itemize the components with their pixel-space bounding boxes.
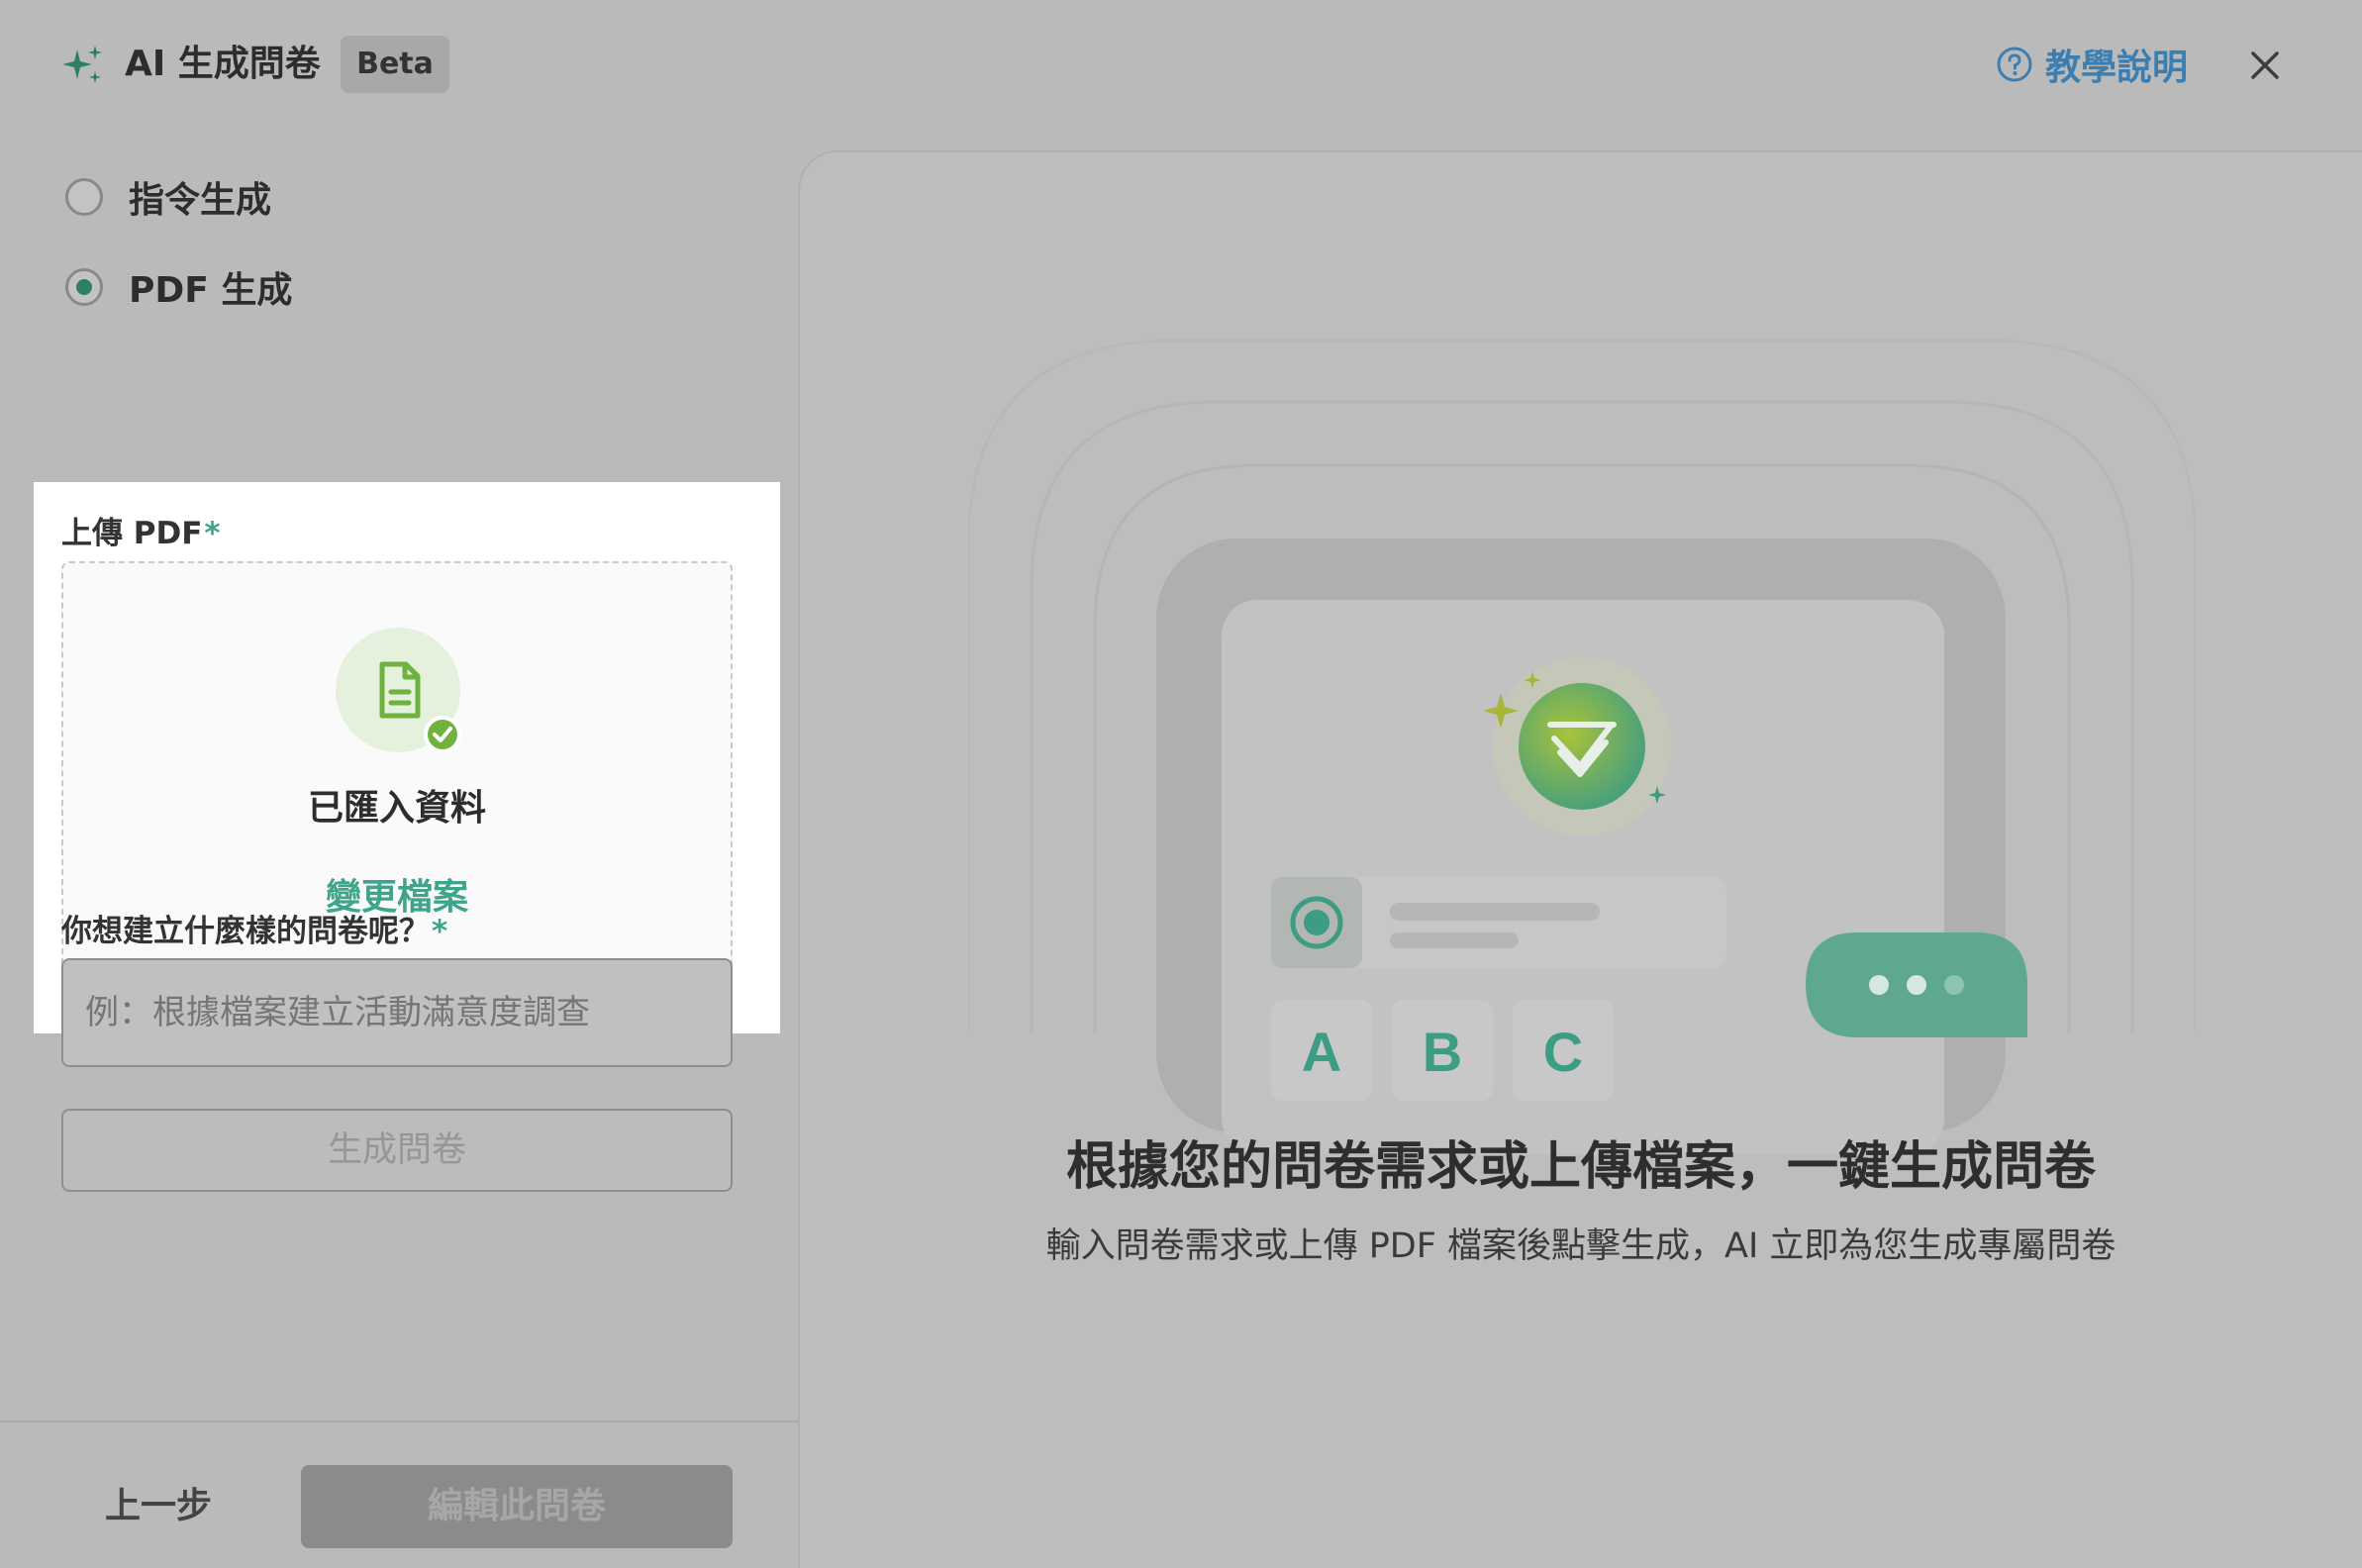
- form-panel: 指令生成 PDF 生成 上傳 PDF* 已匯入資料 變更檔案 你想建立什麼樣的問…: [0, 129, 798, 1548]
- mode-option-label: PDF 生成: [129, 270, 293, 311]
- option-letter: C: [1543, 1021, 1583, 1083]
- ai-orb-icon: [1519, 683, 1645, 810]
- radio-button-selected[interactable]: [65, 268, 103, 306]
- check-circle-icon: [424, 716, 461, 753]
- mode-option-prompt[interactable]: 指令生成: [65, 171, 271, 223]
- upload-pdf-section: 上傳 PDF* 已匯入資料 變更檔案: [34, 482, 780, 1033]
- sparkle-icon: [62, 46, 102, 83]
- typing-dot: [1869, 975, 1889, 995]
- radio-icon-dot: [1304, 910, 1329, 935]
- mode-option-label: 指令生成: [129, 180, 272, 221]
- hero-subtitle: 輸入問卷需求或上傳 PDF 檔案後點擊生成，AI 立即為您生成專屬問卷: [1045, 1226, 2116, 1266]
- help-link[interactable]: 教學說明: [1996, 40, 2188, 89]
- placeholder-line: [1390, 903, 1600, 921]
- prompt-label: 你想建立什麼樣的問卷呢？*: [61, 914, 448, 949]
- file-document-icon: [336, 628, 461, 753]
- ai-survey-illustration: A B C: [968, 339, 2196, 1154]
- modal-title: AI 生成問卷: [125, 44, 321, 84]
- placeholder-line: [1390, 932, 1519, 948]
- mode-option-pdf[interactable]: PDF 生成: [65, 261, 292, 313]
- hero-title: 根據您的問卷需求或上傳檔案，一鍵生成問卷: [1065, 1137, 2096, 1197]
- edit-survey-button[interactable]: 編輯此問卷: [301, 1465, 733, 1548]
- modal-header: AI 生成問卷 Beta 教學說明: [0, 0, 2362, 129]
- footer-divider: [0, 1421, 798, 1422]
- upload-status: 已匯入資料: [307, 788, 486, 829]
- beta-badge: Beta: [341, 36, 449, 93]
- back-button[interactable]: 上一步: [79, 1465, 238, 1548]
- required-star: *: [204, 516, 221, 551]
- generate-survey-button[interactable]: 生成問卷: [61, 1109, 733, 1192]
- typing-dot: [1944, 975, 1964, 995]
- radio-button[interactable]: [65, 178, 103, 216]
- typing-dot: [1907, 975, 1926, 995]
- close-icon[interactable]: [2239, 40, 2291, 91]
- option-letter: A: [1302, 1021, 1341, 1083]
- preview-panel: A B C 根據您的問卷需求或上傳檔案，一鍵生成問卷 輸入問卷需求或上傳 PDF…: [798, 150, 2362, 1568]
- survey-prompt-input[interactable]: [61, 958, 733, 1067]
- help-circle-icon: [1997, 47, 2032, 82]
- help-link-label: 教學說明: [2045, 48, 2189, 88]
- required-star: *: [432, 914, 448, 949]
- upload-label: 上傳 PDF*: [61, 516, 221, 551]
- option-letter: B: [1423, 1021, 1462, 1083]
